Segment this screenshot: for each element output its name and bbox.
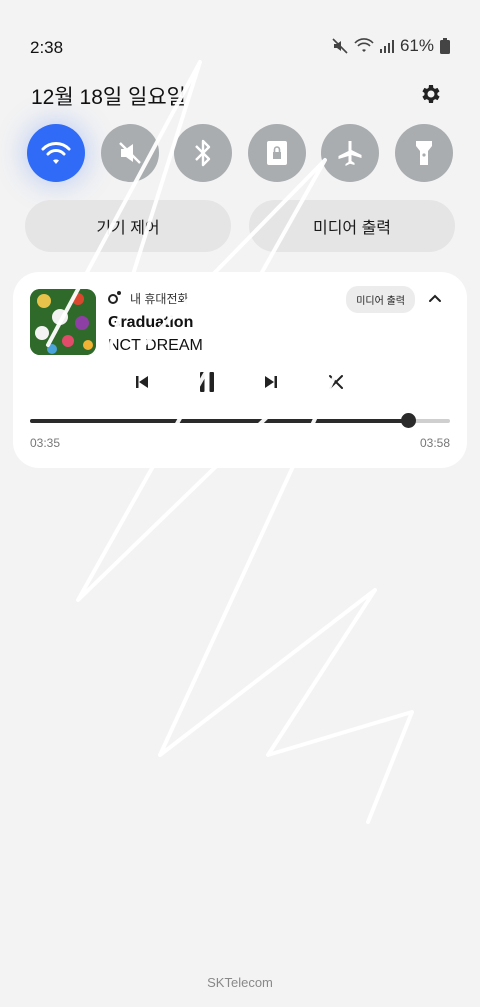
seek-bar[interactable] xyxy=(30,413,450,428)
bluetooth-icon xyxy=(195,139,211,167)
settings-gear-icon[interactable] xyxy=(418,82,442,106)
skip-previous-icon xyxy=(136,376,148,388)
sound-tile[interactable] xyxy=(100,124,159,182)
wifi-tile[interactable] xyxy=(27,124,85,182)
elapsed-time: 03:35 xyxy=(30,436,61,450)
status-icons: 61% xyxy=(332,36,450,56)
device-control-button[interactable]: 기기 제어 xyxy=(25,200,231,252)
battery-icon xyxy=(440,38,450,54)
wifi-icon xyxy=(354,38,374,54)
carrier-label: SKTelecom xyxy=(207,975,273,990)
flashlight-tile[interactable] xyxy=(394,124,453,182)
status-bar: 2:38 61% xyxy=(0,0,480,70)
media-player-card[interactable]: 내 휴대전화 미디어 출력 Graduation NCT DREAM 03:35… xyxy=(13,272,467,468)
pause-button[interactable] xyxy=(194,369,220,395)
media-output-chip[interactable]: 미디어 출력 xyxy=(346,286,415,313)
media-app-name: 내 휴대전화 xyxy=(130,292,189,306)
status-time: 2:38 xyxy=(30,38,64,57)
pill-row: 기기 제어 미디어 출력 xyxy=(25,200,455,252)
close-icon xyxy=(329,375,343,389)
music-note-icon xyxy=(108,290,122,307)
seek-progress xyxy=(30,419,408,423)
signal-icon xyxy=(379,39,394,53)
airplane-tile[interactable] xyxy=(321,124,380,182)
seek-thumb[interactable] xyxy=(401,413,416,428)
flashlight-icon xyxy=(415,141,432,165)
wifi-icon xyxy=(41,142,71,164)
album-art xyxy=(30,289,96,355)
close-media-button[interactable] xyxy=(323,369,349,395)
previous-track-button[interactable] xyxy=(129,369,155,395)
song-artist: NCT DREAM xyxy=(108,337,203,354)
airplane-icon xyxy=(338,141,362,166)
rotation-lock-tile[interactable] xyxy=(247,124,306,182)
mute-icon xyxy=(118,142,141,164)
battery-text: 61% xyxy=(399,36,434,55)
date-label: 12월 18일 일요일 xyxy=(31,86,186,109)
lock-rotation-icon xyxy=(266,141,287,165)
pause-icon xyxy=(200,372,214,392)
media-output-button[interactable]: 미디어 출력 xyxy=(249,200,455,252)
quick-settings-tiles xyxy=(27,124,453,182)
skip-next-icon xyxy=(265,376,277,388)
song-title: Graduation xyxy=(108,314,194,331)
bluetooth-tile[interactable] xyxy=(174,124,233,182)
total-duration: 03:58 xyxy=(419,436,450,450)
media-app-row: 내 휴대전화 xyxy=(108,290,189,307)
mute-icon xyxy=(332,38,348,54)
collapse-chevron-icon[interactable] xyxy=(427,290,443,306)
next-track-button[interactable] xyxy=(258,369,284,395)
